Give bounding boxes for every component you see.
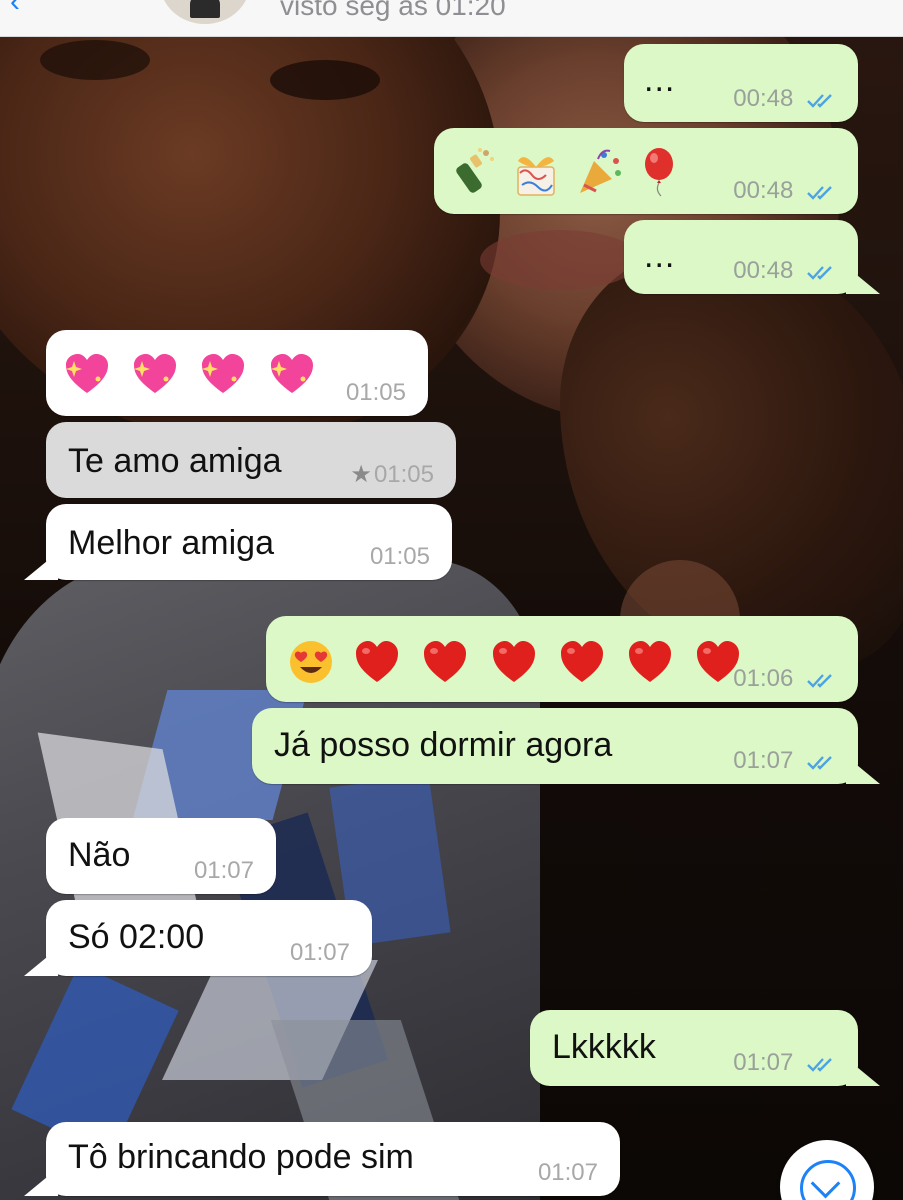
message-time: 01:07 [733,1049,794,1076]
bottle-with-popping-cork-icon [456,148,494,194]
message-emoji-row [288,630,751,690]
read-receipt-icon [807,755,832,770]
message-meta: 01:07 [733,746,836,776]
smiling-face-with-heart-eyes-icon [290,641,332,684]
message-meta: 01:07 [290,938,350,968]
chat-screen: ‹ visto seg às 01:20 ... 00:48 00:48 ...… [0,0,903,1200]
message-text: ... [644,61,676,99]
message-time: 00:48 [733,257,794,284]
message-bubble-outgoing[interactable]: ... 00:48 [624,44,858,122]
message-time: 01:07 [289,939,350,966]
sparkling-heart-icon [66,354,108,394]
message-bubble-outgoing[interactable]: Já posso dormir agora 01:07 [252,708,858,784]
read-receipt-icon [807,265,832,280]
red-heart-icon [356,641,399,683]
message-bubble-incoming[interactable]: Tô brincando pode sim 01:07 [46,1122,620,1196]
red-heart-icon [492,641,535,683]
message-bubble-outgoing[interactable]: ... 00:48 [624,220,858,294]
message-meta: ★01:05 [350,460,434,490]
read-receipt-icon [807,673,832,688]
message-meta: 00:48 [733,256,836,286]
balloon-icon [644,148,673,197]
sparkling-heart-icon [270,354,313,394]
contact-avatar[interactable] [160,0,250,24]
red-heart-icon [424,641,467,683]
message-bubble-incoming[interactable]: Melhor amiga 01:05 [46,504,452,580]
message-text: Melhor amiga [68,524,274,562]
message-time: 00:48 [733,85,794,112]
message-meta: 01:05 [370,542,430,572]
message-time: 01:07 [193,857,254,884]
read-receipt-icon [807,1057,832,1072]
red-heart-icon [560,641,603,683]
message-meta: 01:07 [538,1158,598,1188]
message-time: 01:05 [373,461,434,488]
message-meta: 01:05 [346,378,406,408]
message-meta: 01:06 [733,664,836,694]
last-seen-status: visto seg às 01:20 [280,0,506,21]
message-text: Não [68,836,131,874]
message-bubble-outgoing[interactable]: 01:06 [266,616,858,702]
message-time: 01:07 [733,747,794,774]
message-emoji-row [64,342,325,402]
sparkling-heart-icon [134,354,177,394]
message-text: Lkkkkk [552,1028,656,1066]
message-bubble-outgoing[interactable]: 00:48 [434,128,858,214]
message-meta: 00:48 [733,176,836,206]
wrapped-gift-icon [517,157,555,197]
message-bubble-incoming[interactable]: Não 01:07 [46,818,276,894]
message-text: Só 02:00 [68,918,205,956]
read-receipt-icon [807,185,832,200]
message-time: 00:48 [733,177,794,204]
message-bubble-incoming-selected[interactable]: Te amo amiga ★01:05 [46,422,456,498]
sparkling-heart-icon [202,354,245,394]
message-text: ... [644,237,676,275]
message-text: Te amo amiga [68,442,282,480]
read-receipt-icon [807,93,832,108]
message-time: 01:05 [345,379,406,406]
message-emoji-row [450,140,679,200]
message-bubble-incoming[interactable]: 01:05 [46,330,428,416]
message-time: 01:07 [537,1159,598,1186]
message-meta: 01:07 [733,1048,836,1078]
message-time: 01:06 [733,665,794,692]
star-icon: ★ [350,461,372,488]
message-text: Já posso dormir agora [274,726,613,764]
message-text: Tô brincando pode sim [68,1138,414,1176]
message-bubble-incoming[interactable]: Só 02:00 01:07 [46,900,372,976]
message-meta: 01:07 [194,856,254,886]
chat-header[interactable]: ‹ visto seg às 01:20 [0,0,903,37]
red-heart-icon [629,641,672,683]
message-time: 01:05 [369,543,430,570]
message-meta: 00:48 [733,84,836,114]
party-popper-icon [580,150,622,194]
message-bubble-outgoing[interactable]: Lkkkkk 01:07 [530,1010,858,1086]
back-chevron-icon[interactable]: ‹ [10,0,20,17]
